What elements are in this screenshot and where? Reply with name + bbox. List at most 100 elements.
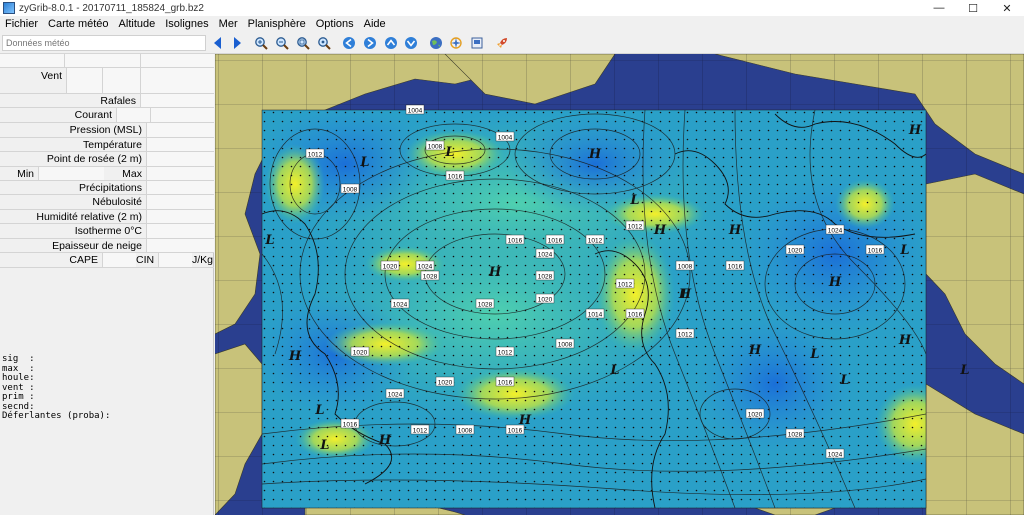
map-canvas[interactable]: 1004 1004 1008 1016 1012 1008 1020 1024 1028 1028…: [215, 54, 1024, 515]
minimize-button[interactable]: —: [922, 0, 956, 16]
isobar-label: 1014: [585, 308, 605, 319]
svg-text:1008: 1008: [678, 264, 693, 271]
isobar-label: 1008: [675, 260, 695, 271]
isobar-label: 1008: [555, 338, 575, 349]
maximize-button[interactable]: ☐: [956, 0, 990, 16]
zoom-fit-icon[interactable]: [295, 35, 311, 51]
menu-isolignes[interactable]: Isolignes: [160, 16, 213, 32]
isobar-label: 1020: [535, 293, 555, 304]
label-max: Max: [122, 167, 142, 180]
weather-map[interactable]: 1004 1004 1008 1016 1012 1008 1020 1024 1028 1028…: [215, 54, 1024, 515]
label-jkg: J/Kg: [192, 254, 214, 266]
menu-planisphere[interactable]: Planisphère: [243, 16, 311, 32]
high-pressure-center: H: [908, 123, 922, 138]
low-pressure-center: L: [839, 373, 849, 388]
svg-text:1020: 1020: [788, 248, 803, 255]
menu-mer[interactable]: Mer: [214, 16, 243, 32]
zoom-reset-icon[interactable]: [316, 35, 332, 51]
isobar-label: 1016: [505, 234, 525, 245]
svg-text:1016: 1016: [508, 238, 523, 245]
isobar-label: 1016: [340, 418, 360, 429]
svg-text:1020: 1020: [353, 350, 368, 357]
select-area-icon[interactable]: [448, 35, 464, 51]
svg-text:1012: 1012: [628, 224, 643, 231]
svg-text:1020: 1020: [538, 297, 553, 304]
high-pressure-center: H: [728, 223, 742, 238]
menu-fichier[interactable]: Fichier: [0, 16, 43, 32]
menu-aide[interactable]: Aide: [359, 16, 391, 32]
window-controls: — ☐ ✕: [922, 0, 1024, 16]
svg-text:1004: 1004: [498, 135, 513, 142]
nav-up-icon[interactable]: [383, 35, 399, 51]
svg-text:1028: 1028: [423, 274, 438, 281]
svg-text:1012: 1012: [618, 282, 633, 289]
row-vent: Vent: [0, 68, 214, 94]
isobar-label: 1024: [825, 224, 845, 235]
isobar-label: 1028: [475, 298, 495, 309]
toolbar: [0, 32, 1024, 54]
print-icon[interactable]: [469, 35, 485, 51]
label-humidite: Humidité relative (2 m): [36, 210, 142, 223]
nav-back-icon[interactable]: [341, 35, 357, 51]
isobar-label: 1012: [675, 328, 695, 339]
low-pressure-center: L: [679, 287, 689, 302]
isobar-label: 1028: [785, 428, 805, 439]
label-cin: CIN: [136, 254, 155, 266]
svg-text:1024: 1024: [538, 252, 553, 259]
arrow-right-icon[interactable]: [229, 35, 245, 51]
high-pressure-center: H: [748, 343, 762, 358]
isobar-label: 1016: [545, 234, 565, 245]
isobar-label: 1016: [625, 308, 645, 319]
weather-data-input[interactable]: [2, 35, 206, 51]
svg-text:1024: 1024: [388, 392, 403, 399]
row-temperature: Température: [0, 138, 214, 152]
isobar-label: 1008: [455, 424, 475, 435]
zoom-in-icon[interactable]: [253, 35, 269, 51]
arrow-left-icon[interactable]: [210, 35, 226, 51]
nav-forward-icon[interactable]: [362, 35, 378, 51]
app-icon: [3, 2, 15, 14]
isobar-label: 1016: [865, 244, 885, 255]
isobar-label: 1024: [390, 298, 410, 309]
menu-bar: Fichier Carte météo Altitude Isolignes M…: [0, 16, 1024, 32]
globe-icon[interactable]: [428, 35, 444, 51]
svg-text:1008: 1008: [428, 144, 443, 151]
label-min: Min: [17, 167, 34, 180]
svg-text:1020: 1020: [748, 412, 763, 419]
isobar-label: 1020: [785, 244, 805, 255]
row-courant: Courant: [0, 108, 214, 123]
low-pressure-center: L: [314, 403, 324, 418]
menu-carte-meteo[interactable]: Carte météo: [43, 16, 114, 32]
menu-options[interactable]: Options: [311, 16, 359, 32]
label-pression: Pression (MSL): [69, 124, 142, 136]
row-isotherme: Isotherme 0°C: [0, 224, 214, 239]
svg-text:1020: 1020: [383, 264, 398, 271]
row-precipitations: Précipitations: [0, 181, 214, 195]
svg-text:1024: 1024: [828, 452, 843, 459]
zoom-out-icon[interactable]: [274, 35, 290, 51]
label-rosee: Point de rosée (2 m): [46, 153, 142, 165]
panel-header-row: [0, 54, 214, 68]
svg-text:1016: 1016: [548, 238, 563, 245]
isobar-label: 1024: [535, 248, 555, 259]
rocket-icon[interactable]: [494, 35, 510, 51]
menu-altitude[interactable]: Altitude: [114, 16, 161, 32]
svg-text:1024: 1024: [828, 228, 843, 235]
isobar-label: 1008: [340, 183, 360, 194]
close-button[interactable]: ✕: [990, 0, 1024, 16]
isobar-label: 1012: [410, 424, 430, 435]
high-pressure-center: H: [588, 147, 602, 162]
isobar-label: 1016: [445, 170, 465, 181]
row-pression: Pression (MSL): [0, 123, 214, 138]
high-pressure-center: H: [378, 433, 392, 448]
isobar-label: 1012: [495, 346, 515, 357]
high-pressure-center: H: [653, 223, 667, 238]
isobar-label: 1004: [495, 131, 515, 142]
row-rosee: Point de rosée (2 m): [0, 152, 214, 167]
low-pressure-center: L: [629, 193, 639, 208]
svg-text:1012: 1012: [678, 332, 693, 339]
row-neige: Epaisseur de neige: [0, 239, 214, 253]
isobar-label: 1012: [625, 220, 645, 231]
label-isotherme: Isotherme 0°C: [74, 225, 142, 237]
nav-down-icon[interactable]: [403, 35, 419, 51]
